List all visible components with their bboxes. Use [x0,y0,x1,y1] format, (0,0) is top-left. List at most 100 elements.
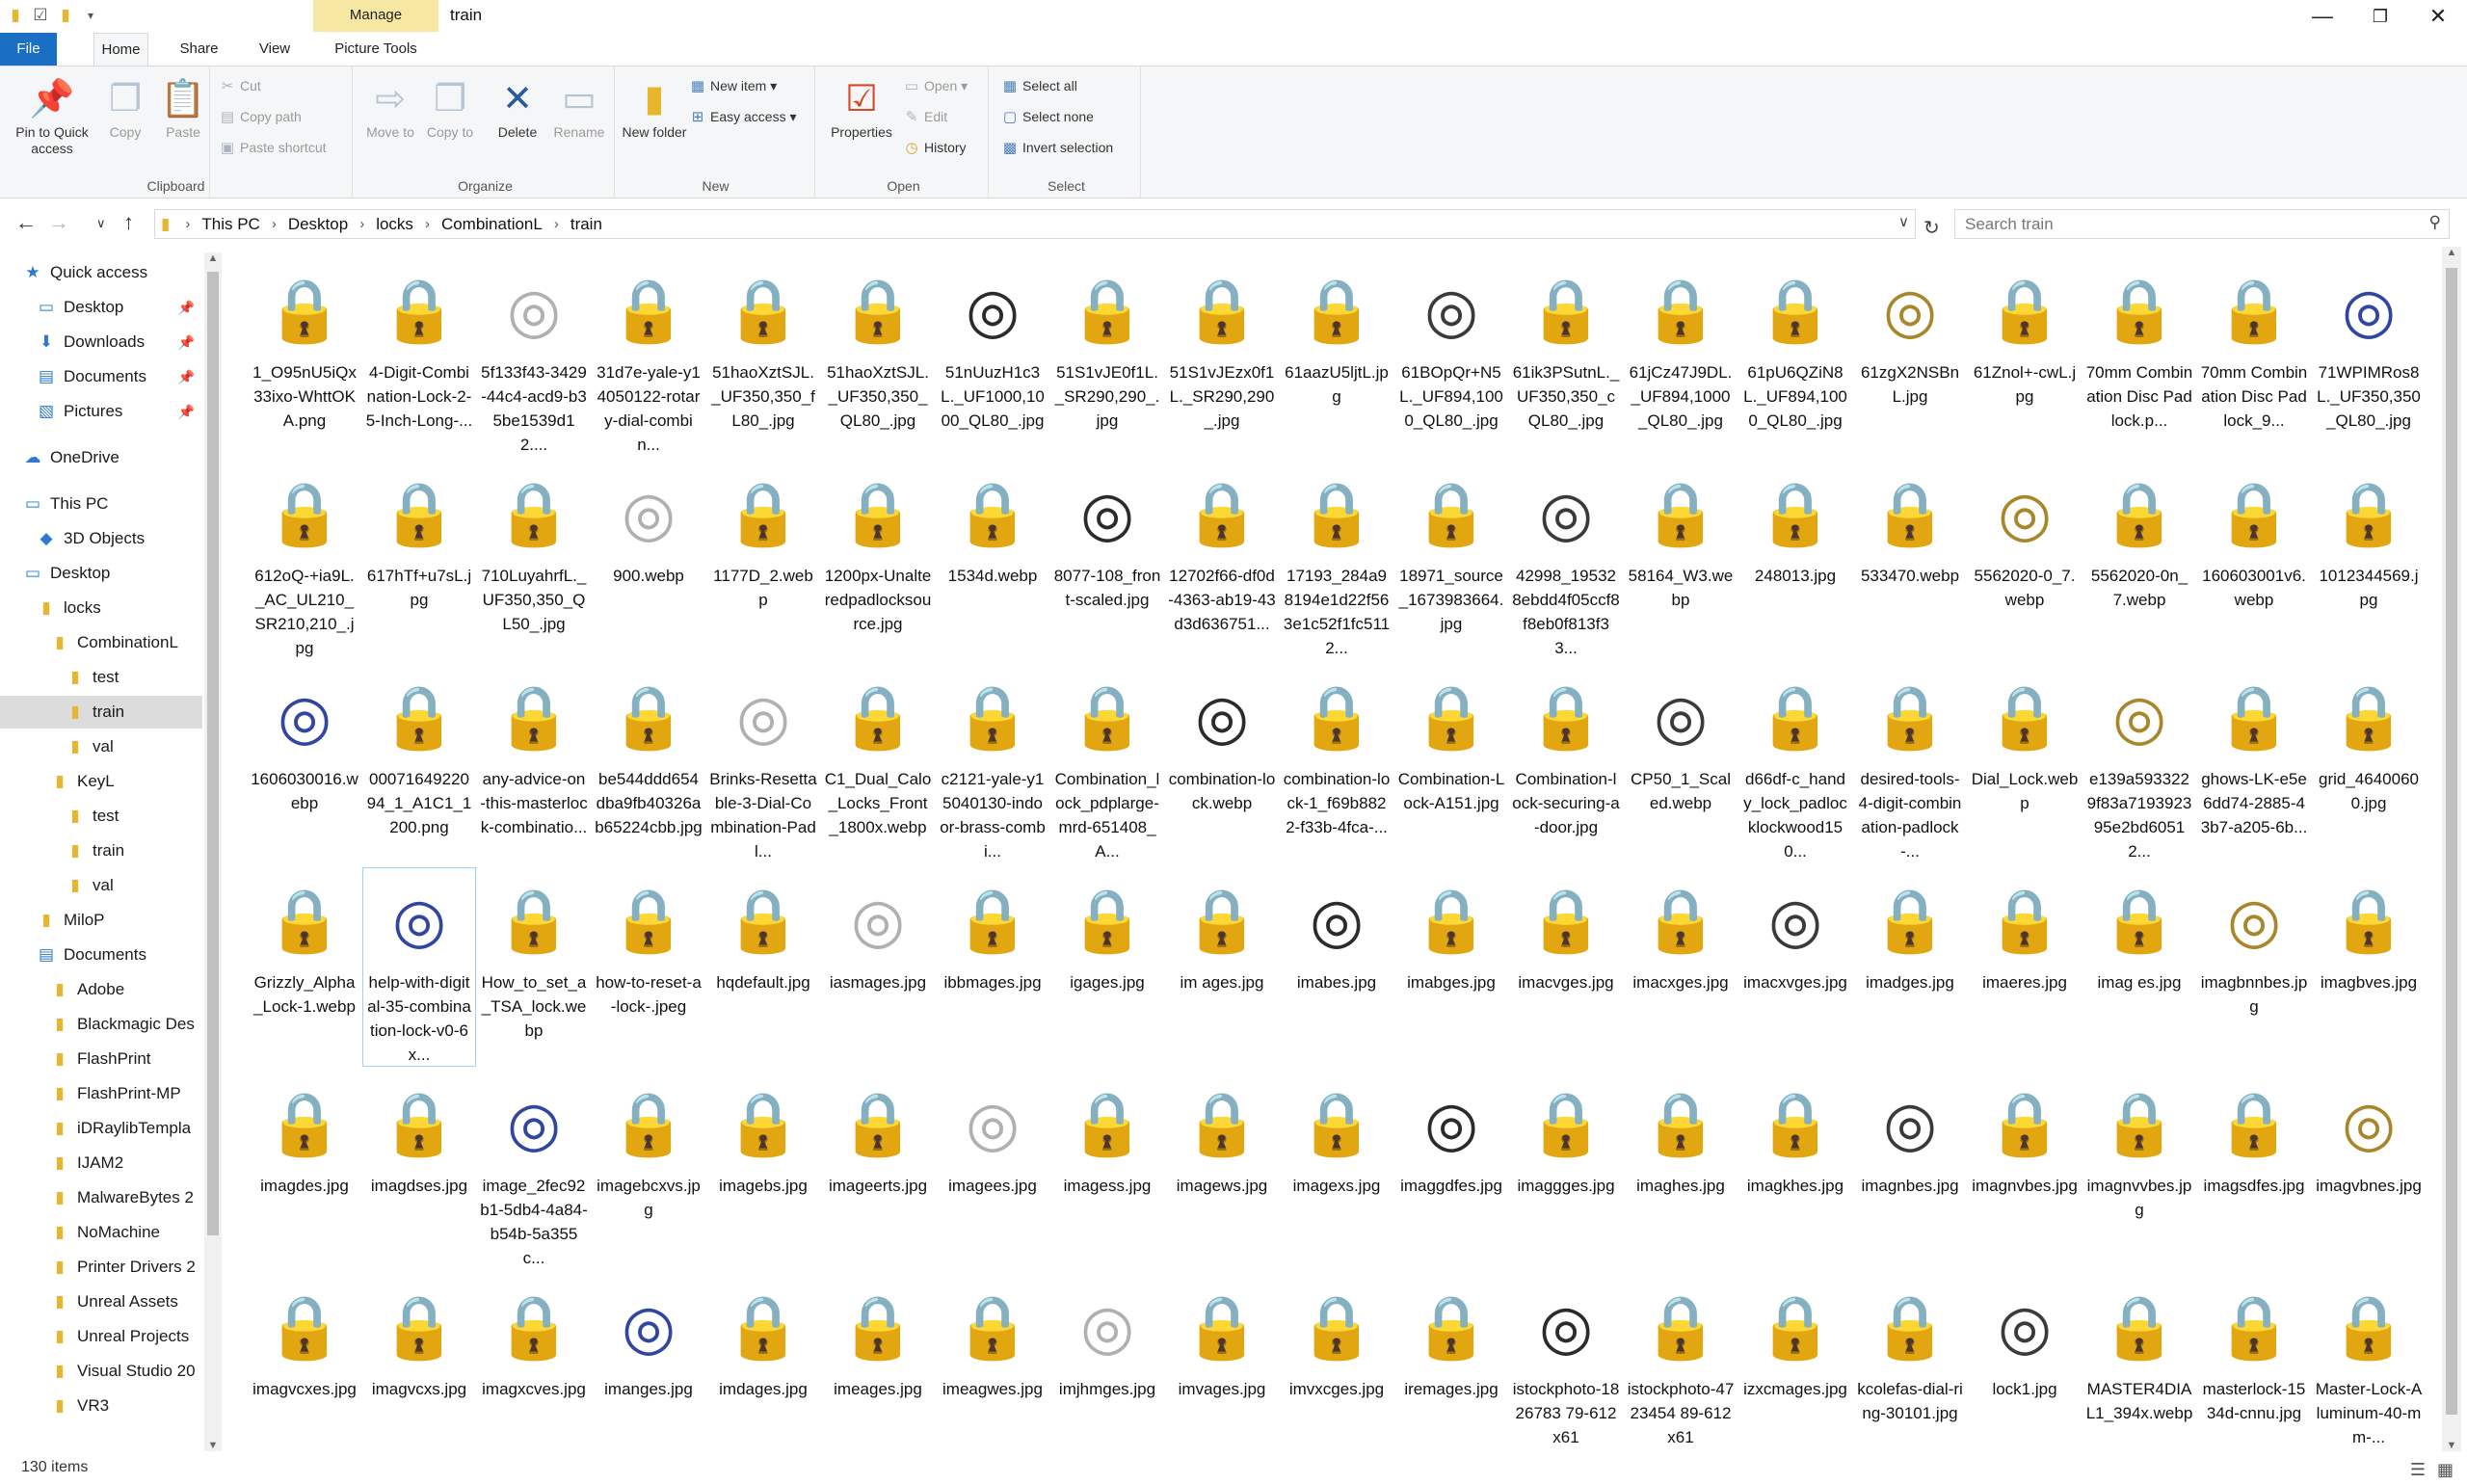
edit-button[interactable]: ✎ Edit [902,105,947,128]
file-item[interactable]: 🔒 hqdefault.jpg [707,868,819,1066]
file-item[interactable]: ◎ 71WPIMRos8L._UF350,350_QL80_.jpg [2313,258,2425,456]
address-dropdown-icon[interactable]: ∨ [1898,213,1909,230]
file-item[interactable]: 🔒 imeages.jpg [822,1275,934,1472]
file-item[interactable]: 🔒 617hTf+u7sL.jpg [363,462,475,659]
file-item[interactable]: 🔒 iremages.jpg [1395,1275,1507,1472]
scroll-up-icon[interactable]: ▲ [2442,247,2461,258]
file-item[interactable]: ◎ e139a5933229f83a719392395e2bd60512... [2083,665,2195,862]
cut-button[interactable]: ✂ Cut [218,74,261,97]
file-item[interactable]: 🔒 17193_284a98194e1d22f563e1c52f1fc5112..… [1281,462,1393,659]
file-item[interactable]: 🔒 grid_46400600.jpg [2313,665,2425,862]
file-item[interactable]: ◎ help-with-digital-35-combination-lock-v… [362,867,476,1067]
file-item[interactable]: 🔒 Combination_lock_pdplarge-mrd-651408_A.… [1051,665,1163,862]
file-item[interactable]: ◎ 42998_195328ebdd4f05ccf8f8eb0f813f33... [1510,462,1622,659]
nav-item[interactable]: ▮ Adobe [0,973,202,1006]
nav-item[interactable]: ▮ Printer Drivers 2 [0,1251,202,1284]
breadcrumb-separator-icon[interactable]: › [272,216,277,232]
nav-item[interactable]: ▮ Visual Studio 20 [0,1355,202,1388]
nav-item[interactable]: ▮ FlashPrint [0,1043,202,1075]
breadcrumb-desktop[interactable]: Desktop [288,215,348,234]
nav-item[interactable]: ▮ val [0,730,202,763]
file-item[interactable]: 🔒 61ik3PSutnL._UF350,350_cQL80_.jpg [1510,258,1622,456]
file-item[interactable]: 🔒 izxcmages.jpg [1739,1275,1851,1472]
pin-icon[interactable]: 📌 [178,326,195,358]
breadcrumb-separator-icon[interactable]: › [425,216,430,232]
file-item[interactable]: 🔒 imagdes.jpg [249,1072,360,1269]
file-item[interactable]: 🔒 how-to-reset-a-lock-.jpeg [593,868,704,1066]
file-item[interactable]: 🔒 5562020-0n_7.webp [2083,462,2195,659]
pin-quick-access-button[interactable]: 📌 Pin to Quick access [4,76,100,157]
pin-icon[interactable]: 📌 [178,395,195,428]
file-item[interactable]: 🔒 imagess.jpg [1051,1072,1163,1269]
file-item[interactable]: 🔒 imaggges.jpg [1510,1072,1622,1269]
nav-item[interactable]: ▮ IJAM2 [0,1147,202,1179]
file-item[interactable]: 🔒 MASTER4DIAL1_394x.webp [2083,1275,2195,1472]
paste-button[interactable]: 📋 Paste [149,76,217,141]
breadcrumb-separator-icon[interactable]: › [359,216,364,232]
nav-item[interactable]: ▮ Blackmagic Des [0,1008,202,1041]
nav-item[interactable]: ▮ Unreal Assets [0,1285,202,1318]
easy-access-button[interactable]: ⊞ Easy access ▾ [688,105,797,128]
file-item[interactable]: 🔒 58164_W3.webp [1625,462,1737,659]
file-item[interactable]: 🔒 imvages.jpg [1166,1275,1278,1472]
file-item[interactable]: 🔒 12702f66-df0d-4363-ab19-43d3d636751... [1166,462,1278,659]
file-item[interactable]: 🔒 ghows-LK-e5e6dd74-2885-43b7-a205-6b... [2198,665,2310,862]
file-item[interactable]: ◎ 5562020-0_7.webp [1969,462,2081,659]
nav-item[interactable]: ▮ test [0,661,202,694]
file-item[interactable]: ◎ iasmages.jpg [822,868,934,1066]
file-item[interactable]: 🔒 1534d.webp [937,462,1048,659]
tab-picture-tools[interactable]: Picture Tools [313,33,438,66]
nav-item[interactable]: ▤ Documents 📌 [0,360,202,393]
nav-item[interactable]: ▮ KeyL [0,765,202,798]
file-item[interactable]: 🔒 1_O95nU5iQx33ixo-WhttOKA.png [249,258,360,456]
minimize-button[interactable]: — [2294,0,2351,35]
copy-path-button[interactable]: ▤ Copy path [218,105,302,128]
file-item[interactable]: ◎ 61zgX2NSBnL.jpg [1854,258,1966,456]
large-icons-view-icon[interactable]: ▦ [2437,1457,2454,1482]
pin-icon[interactable]: 📌 [178,291,195,324]
file-item[interactable]: 🔒 4-Digit-Combination-Lock-2-5-Inch-Long-… [363,258,475,456]
file-item[interactable]: 🔒 1200px-Unalteredpadlocksource.jpg [822,462,934,659]
file-item[interactable]: 🔒 612oQ-+ia9L._AC_UL210_SR210,210_.jpg [249,462,360,659]
properties-button[interactable]: ☑ Properties [823,76,900,141]
new-folder-icon[interactable]: ▮ [56,6,75,25]
nav-item[interactable]: ▮ VR3 [0,1390,202,1422]
properties-icon[interactable]: ☑ [31,6,50,25]
file-item[interactable]: 🔒 How_to_set_a_TSA_lock.webp [478,868,590,1066]
file-item[interactable]: ◎ lock1.jpg [1969,1275,2081,1472]
new-item-button[interactable]: ▦ New item ▾ [688,74,777,97]
nav-item[interactable]: ▮ iDRaylibTempla [0,1112,202,1145]
open-button[interactable]: ▭ Open ▾ [902,74,968,97]
breadcrumb-train[interactable]: train [570,215,602,234]
file-list-scroll-thumb[interactable] [2446,268,2457,1415]
file-item[interactable]: ◎ CP50_1_Scaled.webp [1625,665,1737,862]
nav-item[interactable]: ▮ CombinationL [0,626,202,659]
up-arrow-icon[interactable]: ↑ [123,210,134,235]
nav-item[interactable]: ▮ MiloP [0,904,202,937]
file-item[interactable]: 🔒 c2121-yale-y15040130-indoor-brass-combi… [937,665,1048,862]
file-item[interactable]: 🔒 51haoXztSJL._UF350,350_QL80_.jpg [822,258,934,456]
search-icon[interactable]: ⚲ [2429,213,2441,232]
file-item[interactable]: 🔒 31d7e-yale-y14050122-rotary-dial-combin… [593,258,704,456]
invert-selection-button[interactable]: ▩ Invert selection [1000,136,1113,159]
file-item[interactable]: 🔒 1012344569.jpg [2313,462,2425,659]
file-item[interactable]: ◎ imagnbes.jpg [1854,1072,1966,1269]
file-item[interactable]: 🔒 imagvcxs.jpg [363,1275,475,1472]
file-item[interactable]: 🔒 imageerts.jpg [822,1072,934,1269]
file-item[interactable]: 🔒 imacvges.jpg [1510,868,1622,1066]
file-item[interactable]: ◎ 900.webp [593,462,704,659]
file-item[interactable]: 🔒 imeagwes.jpg [937,1275,1048,1472]
new-folder-button[interactable]: ▮ New folder [621,76,688,141]
file-item[interactable]: 🔒 masterlock-1534d-cnnu.jpg [2198,1275,2310,1472]
rename-button[interactable]: ▭ Rename [545,76,613,141]
file-item[interactable]: ◎ Brinks-Resettable-3-Dial-Combination-Pa… [707,665,819,862]
scroll-down-icon[interactable]: ▼ [2442,1440,2461,1451]
file-item[interactable]: 🔒 istockphoto-4723454 89-612x61 [1625,1275,1737,1472]
file-item[interactable]: 🔒 248013.jpg [1739,462,1851,659]
nav-item[interactable]: ▭ Desktop 📌 [0,291,202,324]
file-item[interactable]: ◎ imanges.jpg [593,1275,704,1472]
file-item[interactable]: 🔒 imacxges.jpg [1625,868,1737,1066]
file-item[interactable]: 🔒 Combination-Lock-A151.jpg [1395,665,1507,862]
file-item[interactable]: 🔒 533470.webp [1854,462,1966,659]
file-item[interactable]: 🔒 d66df-c_handy_lock_padlocklockwood150..… [1739,665,1851,862]
